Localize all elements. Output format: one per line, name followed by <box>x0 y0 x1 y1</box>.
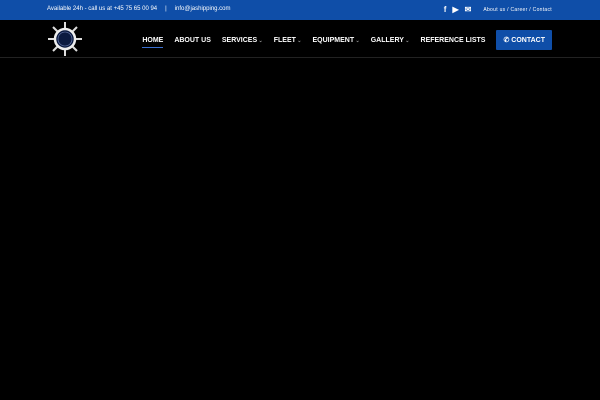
nav-label: ABOUT US <box>174 36 211 44</box>
chevron-down-icon: ⌄ <box>257 37 263 44</box>
nav-label: HOME <box>142 36 164 44</box>
chevron-down-icon: ⌄ <box>354 37 360 44</box>
nav-item-equipment[interactable]: EQUIPMENT ⌄ <box>313 33 360 48</box>
chevron-down-icon: ⌄ <box>295 37 302 44</box>
top-bar: Available 24h - call us at +45 75 65 00 … <box>0 0 600 20</box>
contact-button[interactable]: ✆ CONTACT <box>496 30 552 50</box>
mail-icon[interactable]: ✉ <box>465 5 472 14</box>
nav-item-services[interactable]: SERVICES ⌄ <box>222 33 263 48</box>
nav-label: SERVICES <box>221 36 258 44</box>
separator: | <box>165 6 167 12</box>
nav-item-reference-lists[interactable]: REFERENCE LISTS <box>421 33 486 48</box>
nav-label: FLEET <box>273 36 296 44</box>
youtube-icon[interactable]: ▶ <box>452 5 458 14</box>
main-nav: HOME ABOUT US SERVICES ⌄ FLEET ⌄ EQUIPMENT ⌄… <box>0 20 600 58</box>
hero-area <box>0 59 600 400</box>
nav-item-gallery[interactable]: GALLERY ⌄ <box>371 33 410 48</box>
facebook-icon[interactable]: f <box>444 5 447 14</box>
nav-label: GALLERY <box>370 36 404 44</box>
ship-wheel-logo[interactable] <box>48 22 82 56</box>
nav-item-fleet[interactable]: FLEET ⌄ <box>274 33 302 48</box>
availability-text: Available 24h - call us at +45 75 65 00 … <box>47 6 158 12</box>
email-link[interactable]: info@jashipping.com <box>175 6 231 12</box>
chevron-down-icon: ⌄ <box>403 37 410 44</box>
contact-label: CONTACT <box>511 37 545 44</box>
nav-item-home[interactable]: HOME <box>142 33 164 48</box>
nav-label: EQUIPMENT <box>312 36 355 44</box>
nav-label: REFERENCE LISTS <box>420 36 486 44</box>
nav-item-about-us[interactable]: ABOUT US <box>174 33 211 48</box>
top-links[interactable]: About us / Career / Contact <box>483 7 552 13</box>
phone-icon: ✆ <box>503 37 510 44</box>
